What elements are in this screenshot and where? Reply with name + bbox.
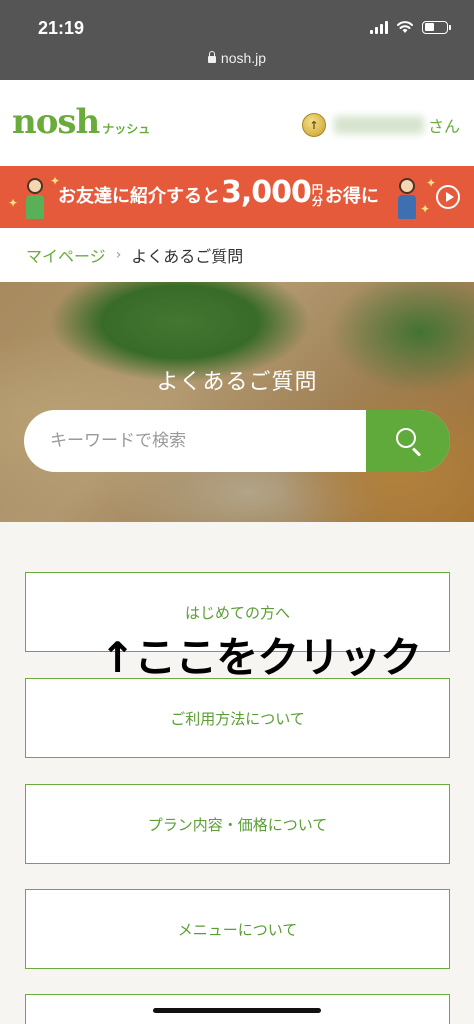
category-label: はじめての方へ (184, 603, 290, 622)
breadcrumb-mypage[interactable]: マイページ (26, 243, 106, 267)
sparkle-icon: ✦ (426, 176, 437, 190)
faq-hero: よくあるご質問 (0, 282, 474, 522)
url-text: nosh.jp (220, 50, 267, 66)
search-box (24, 410, 450, 472)
search-button[interactable] (366, 410, 450, 472)
logo-subtext: ナッシュ (102, 122, 151, 136)
battery-icon (422, 20, 451, 34)
play-circle-icon[interactable] (436, 185, 460, 209)
hero-overlay (0, 282, 474, 522)
category-label: ご利用方法について (170, 709, 305, 728)
person-illustration-icon (394, 174, 420, 222)
chevron-right-icon: › (115, 247, 122, 263)
banner-text-after: お得に (324, 186, 379, 207)
site-header: nosh ナッシュ ↑ さん (0, 80, 474, 166)
click-here-annotation: ↑ここをクリック (100, 633, 422, 682)
logo-text: nosh (12, 102, 100, 142)
faq-category-usage[interactable]: ご利用方法について (25, 678, 450, 758)
user-suffix: さん (427, 117, 460, 136)
sparkle-icon: ✦ (8, 196, 19, 210)
sparkle-icon: ✦ (420, 202, 431, 216)
banner-text: お友達に紹介すると 3,000 円 分 お得に (58, 178, 379, 208)
wifi-icon (397, 21, 413, 33)
faq-category-menu[interactable]: メニューについて (25, 889, 450, 969)
user-info[interactable]: ↑ さん (301, 113, 460, 137)
signal-icon (370, 20, 388, 34)
banner-unit-bottom: 分 (311, 195, 323, 208)
faq-category-plans[interactable]: プラン内容・価格について (25, 784, 450, 864)
status-time: 21:19 (38, 18, 85, 38)
user-name-redacted (333, 116, 424, 134)
category-label: プラン内容・価格について (147, 815, 328, 834)
breadcrumb-current: よくあるご質問 (131, 247, 244, 266)
coin-icon: ↑ (301, 113, 326, 137)
nosh-logo[interactable]: nosh ナッシュ (12, 102, 150, 142)
banner-amount: 3,000 (221, 175, 312, 210)
page-title: よくあるご質問 (156, 370, 318, 395)
status-icons (370, 20, 451, 34)
banner-text-before: お友達に紹介すると (58, 186, 220, 207)
status-bar: 21:19 nosh.jp (0, 0, 474, 80)
url-bar[interactable]: nosh.jp (0, 50, 474, 66)
banner-unit: 円 分 (312, 184, 323, 208)
person-illustration-icon (22, 174, 48, 222)
lock-icon (207, 51, 216, 63)
search-input[interactable] (24, 410, 364, 472)
breadcrumb: マイページ › よくあるご質問 (0, 228, 474, 282)
home-indicator[interactable] (153, 1008, 321, 1013)
category-label: メニューについて (177, 920, 298, 939)
referral-banner[interactable]: ✦ ✦ お友達に紹介すると 3,000 円 分 お得に ✦ ✦ (0, 166, 474, 228)
